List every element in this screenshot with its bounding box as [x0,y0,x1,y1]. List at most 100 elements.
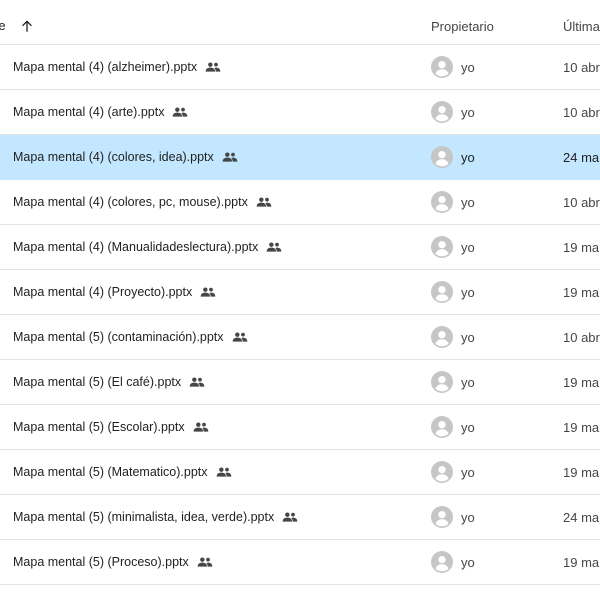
people-icon [216,466,232,478]
arrow-up-icon[interactable] [20,19,34,33]
owner-label: yo [461,554,475,570]
column-header-name[interactable]: re [0,18,34,33]
last-modified-date: 19 mar [563,420,600,435]
people-icon [193,421,209,433]
last-modified-date: 24 mar [563,150,600,165]
person-avatar-icon [431,191,453,213]
owner-label: yo [461,284,475,300]
owner-label: yo [461,104,475,120]
people-icon [172,106,188,118]
file-name-label: Mapa mental (4) (alzheimer).pptx [13,60,198,74]
file-name[interactable]: Mapa mental (4) (Proyecto).pptx [13,285,216,299]
last-modified-date: 24 mar [563,510,600,525]
file-list: re Propietario Última Mapa mental (4) (a… [0,0,600,600]
file-row[interactable]: Mapa mental (4) (Manualidadeslectura).pp… [0,225,600,270]
owner-label: yo [461,329,475,345]
person-avatar-icon [431,56,453,78]
last-modified-date: 10 abr [563,60,600,75]
owner-cell: yo [431,191,475,213]
file-row[interactable]: Mapa mental (5) (Matematico).pptx yo 19 ma… [0,450,600,495]
file-row[interactable]: Mapa mental (5) (Escolar).pptx yo 19 mar [0,405,600,450]
people-icon [200,286,216,298]
owner-label: yo [461,59,475,75]
owner-cell: yo [431,371,475,393]
people-icon [197,556,213,568]
last-modified-date: 19 mar [563,285,600,300]
file-name-label: Mapa mental (4) (colores, idea).pptx [13,150,214,164]
person-avatar-icon [431,506,453,528]
column-header-owner[interactable]: Propietario [431,19,494,34]
owner-label: yo [461,194,475,210]
file-name[interactable]: Mapa mental (5) (El café).pptx [13,375,205,389]
person-avatar-icon [431,281,453,303]
last-modified-date: 19 mar [563,240,600,255]
file-name-label: Mapa mental (5) (Escolar).pptx [13,420,185,434]
file-name-label: Mapa mental (5) (contaminación).pptx [13,330,224,344]
people-icon [282,511,298,523]
file-row[interactable]: Mapa mental (4) (Proyecto).pptx yo 19 mar [0,270,600,315]
owner-cell: yo [431,146,475,168]
person-avatar-icon [431,371,453,393]
column-header-name-label: re [0,18,6,33]
file-row[interactable]: Mapa mental (5) (Proceso).pptx yo 19 mar [0,540,600,585]
people-icon [266,241,282,253]
file-name[interactable]: Mapa mental (5) (Matematico).pptx [13,465,232,479]
column-header-last-modified[interactable]: Última [563,19,600,34]
file-name-label: Mapa mental (4) (colores, pc, mouse).ppt… [13,195,248,209]
last-modified-date: 19 mar [563,465,600,480]
owner-cell: yo [431,551,475,573]
people-icon [222,151,238,163]
file-name-label: Mapa mental (5) (El café).pptx [13,375,182,389]
file-row[interactable]: Mapa mental (4) (arte).pptx yo 10 abr [0,90,600,135]
file-name[interactable]: Mapa mental (4) (alzheimer).pptx [13,60,221,74]
file-row[interactable]: Mapa mental (4) (alzheimer).pptx yo 10 abr [0,45,600,90]
owner-label: yo [461,464,475,480]
people-icon [232,331,248,343]
people-icon [256,196,272,208]
owner-cell: yo [431,326,475,348]
owner-cell: yo [431,416,475,438]
file-name-label: Mapa mental (4) (arte).pptx [13,105,165,119]
person-avatar-icon [431,551,453,573]
owner-cell: yo [431,281,475,303]
last-modified-date: 19 mar [563,555,600,570]
owner-label: yo [461,374,475,390]
owner-label: yo [461,239,475,255]
owner-cell: yo [431,101,475,123]
file-name-label: Mapa mental (5) (minimalista, idea, verd… [13,510,275,524]
person-avatar-icon [431,416,453,438]
file-name-label: Mapa mental (4) (Manualidadeslectura).pp… [13,240,259,254]
file-name-label: Mapa mental (5) (Matematico).pptx [13,465,208,479]
owner-label: yo [461,149,475,165]
file-row[interactable]: Mapa mental (5) (minimalista, idea, verd… [0,495,600,540]
owner-label: yo [461,509,475,525]
file-row[interactable]: Mapa mental (5) (contaminación).pptx yo 10… [0,315,600,360]
file-row[interactable]: Mapa mental (4) (colores, idea).pptx yo 24… [0,135,600,180]
person-avatar-icon [431,146,453,168]
last-modified-date: 10 abr [563,330,600,345]
file-name[interactable]: Mapa mental (5) (Proceso).pptx [13,555,213,569]
file-name[interactable]: Mapa mental (4) (colores, pc, mouse).ppt… [13,195,272,209]
last-modified-date: 19 mar [563,375,600,390]
file-name[interactable]: Mapa mental (5) (minimalista, idea, verd… [13,510,298,524]
owner-cell: yo [431,236,475,258]
people-icon [189,376,205,388]
person-avatar-icon [431,461,453,483]
owner-cell: yo [431,506,475,528]
last-modified-date: 10 abr [563,105,600,120]
file-name[interactable]: Mapa mental (5) (Escolar).pptx [13,420,209,434]
person-avatar-icon [431,236,453,258]
file-name[interactable]: Mapa mental (4) (Manualidadeslectura).pp… [13,240,282,254]
file-row[interactable]: Mapa mental (4) (colores, pc, mouse).ppt… [0,180,600,225]
person-avatar-icon [431,326,453,348]
file-name[interactable]: Mapa mental (4) (arte).pptx [13,105,188,119]
file-row[interactable]: Mapa mental (5) (El café).pptx yo 19 mar [0,360,600,405]
owner-cell: yo [431,461,475,483]
file-name[interactable]: Mapa mental (4) (colores, idea).pptx [13,150,238,164]
person-avatar-icon [431,101,453,123]
owner-label: yo [461,419,475,435]
file-name[interactable]: Mapa mental (5) (contaminación).pptx [13,330,248,344]
list-header: re Propietario Última [0,0,600,45]
last-modified-date: 10 abr [563,195,600,210]
file-name-label: Mapa mental (4) (Proyecto).pptx [13,285,193,299]
